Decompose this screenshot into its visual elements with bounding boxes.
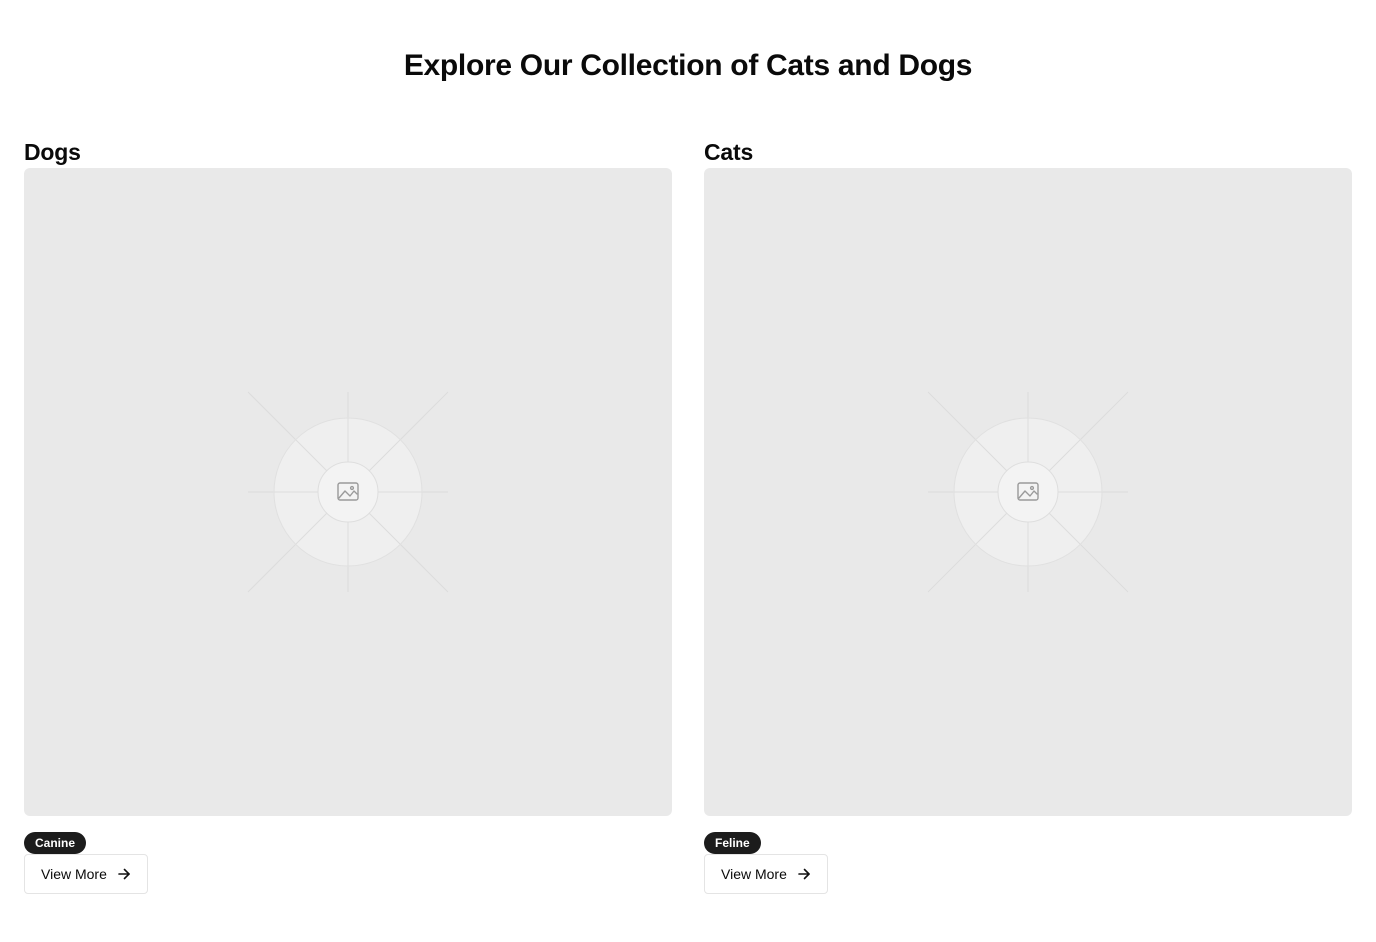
- canine-badge: Canine: [24, 832, 87, 854]
- arrow-right-icon: [117, 867, 131, 881]
- page: Explore Our Collection of Cats and Dogs …: [0, 0, 1376, 942]
- dogs-image-placeholder: [24, 168, 672, 816]
- dogs-section: Dogs Canine View More: [24, 136, 672, 894]
- cats-image-placeholder: [704, 168, 1352, 816]
- page-title: Explore Our Collection of Cats and Dogs: [403, 49, 973, 82]
- feline-badge: Feline: [704, 832, 761, 854]
- image-placeholder-icon: [247, 391, 449, 593]
- button-label: View More: [41, 866, 107, 882]
- dogs-view-more-button[interactable]: View More: [24, 854, 148, 894]
- section-title: Cats: [704, 139, 754, 165]
- button-label: View More: [721, 866, 787, 882]
- image-placeholder-icon: [927, 391, 1129, 593]
- section-title: Dogs: [24, 139, 81, 165]
- cats-section: Cats Feline View More: [704, 136, 1352, 894]
- cats-view-more-button[interactable]: View More: [704, 854, 828, 894]
- arrow-right-icon: [797, 867, 811, 881]
